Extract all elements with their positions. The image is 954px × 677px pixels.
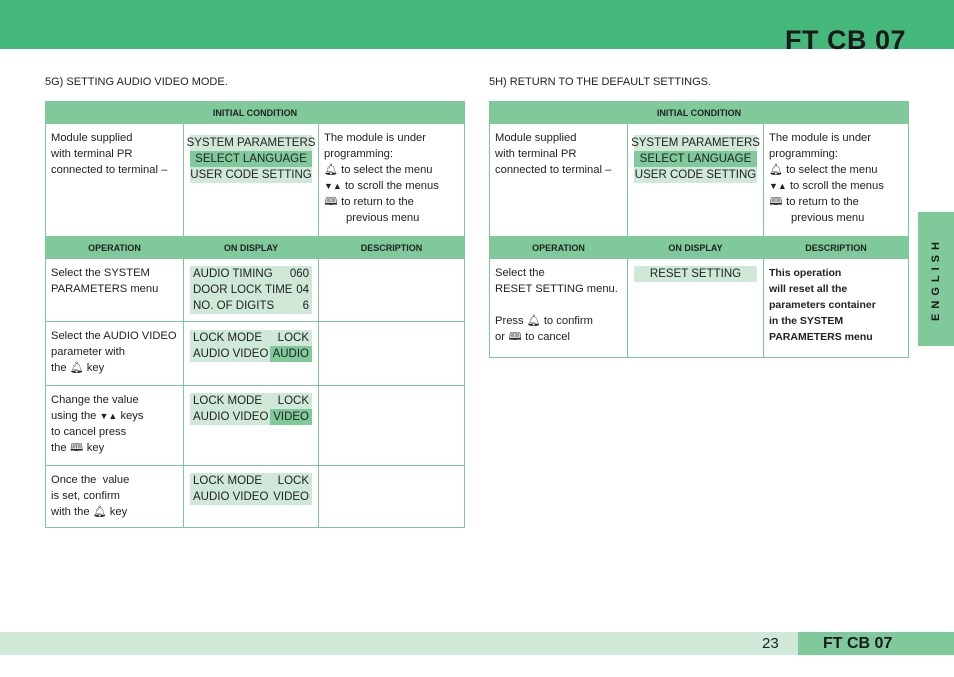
- display-line-selected: SELECT LANGUAGE: [634, 151, 757, 167]
- initial-condition-header: INITIAL CONDITION: [44, 101, 466, 124]
- section-title-5g: 5G) SETTING AUDIO VIDEO MODE.: [45, 76, 228, 88]
- display-line: AUDIO TIMING 060: [190, 266, 312, 282]
- footer-brand: FT CB 07: [823, 635, 893, 652]
- step-display: AUDIO TIMING 060 DOOR LOCK TIME 04 NO. OF …: [190, 266, 312, 314]
- table-row: Select the RESET SETTING menu. Press 🔔︎ …: [489, 258, 910, 358]
- display-line: LOCK MODE LOCK: [190, 330, 312, 346]
- col-display: ON DISPLAY: [183, 236, 319, 259]
- step-operation: Select the AUDIO VIDEO parameter with th…: [51, 330, 177, 374]
- initial-condition-header: INITIAL CONDITION: [488, 101, 910, 124]
- step-display: LOCK MODE LOCK AUDIO VIDEO AUDIO: [190, 330, 312, 362]
- bell-icon: 🔔︎: [324, 164, 338, 176]
- step-operation: Select the SYSTEM PARAMETERS menu: [51, 267, 159, 295]
- initial-description: The module is under programming: 🔔︎ to s…: [769, 132, 884, 224]
- step-operation: Once the value is set, confirm with the …: [51, 474, 130, 518]
- initial-operation: Module supplied with terminal PR connect…: [51, 132, 168, 176]
- down-up-arrows-icon: ▼▲: [324, 181, 342, 191]
- book-icon: 🕮︎: [769, 196, 783, 208]
- table-row: Select the AUDIO VIDEO parameter with th…: [45, 321, 466, 386]
- step-display: LOCK MODE LOCK AUDIO VIDEO VIDEO: [190, 393, 312, 425]
- display-line: NO. OF DIGITS 6: [190, 298, 312, 314]
- default-settings-table: INITIAL CONDITION Module supplied with t…: [488, 101, 910, 358]
- bell-icon: 🔔︎: [92, 506, 107, 518]
- display-line: SYSTEM PARAMETERS: [186, 135, 316, 151]
- display-line: AUDIO VIDEO VIDEO: [190, 489, 312, 505]
- display-line: LOCK MODE LOCK: [190, 393, 312, 409]
- step-display: LOCK MODE LOCK AUDIO VIDEO VIDEO: [190, 473, 312, 505]
- step-description: [317, 385, 466, 466]
- step-description: [317, 465, 466, 528]
- selected-value: VIDEO: [270, 409, 312, 425]
- col-description: DESCRIPTION: [762, 236, 910, 259]
- col-display: ON DISPLAY: [627, 236, 764, 259]
- book-icon: 🕮︎: [324, 196, 338, 208]
- display-line: DOOR LOCK TIME 04: [190, 282, 312, 298]
- book-icon: 🕮︎: [508, 331, 522, 343]
- display-line-selected: SELECT LANGUAGE: [190, 151, 312, 167]
- step-description: This operation will reset all the parame…: [769, 267, 876, 343]
- display-line: AUDIO VIDEO VIDEO: [190, 409, 312, 425]
- col-description: DESCRIPTION: [317, 236, 466, 259]
- book-icon: 🕮︎: [70, 442, 84, 454]
- brand-title: FT CB 07: [784, 25, 906, 55]
- footer-bar: [0, 632, 798, 655]
- language-side-tab: ENGLISH: [918, 212, 954, 346]
- display-line: LOCK MODE LOCK: [190, 473, 312, 489]
- audio-video-table: INITIAL CONDITION Module supplied with t…: [44, 101, 466, 528]
- section-title-5h: 5H) RETURN TO THE DEFAULT SETTINGS.: [489, 76, 712, 88]
- page-number: 23: [762, 635, 779, 652]
- initial-display: SYSTEM PARAMETERS SELECT LANGUAGE USER C…: [631, 135, 760, 183]
- col-operation: OPERATION: [489, 236, 628, 259]
- table-row: Select the SYSTEM PARAMETERS menu AUDIO …: [45, 258, 466, 322]
- step-description: [317, 258, 466, 322]
- down-up-arrows-icon: ▼▲: [769, 181, 787, 191]
- display-line: AUDIO VIDEO AUDIO: [190, 346, 312, 362]
- bell-icon: 🔔︎: [526, 315, 541, 327]
- table-row: Once the value is set, confirm with the …: [45, 465, 466, 528]
- step-operation: Change the value using the ▼▲ keys to ca…: [51, 394, 144, 454]
- display-line: SYSTEM PARAMETERS: [631, 135, 760, 151]
- bell-icon: 🔔︎: [769, 164, 783, 176]
- display-line: USER CODE SETTING: [190, 167, 312, 183]
- footer-brand-box: FT CB 07: [798, 632, 954, 655]
- bell-icon: 🔔︎: [69, 362, 84, 374]
- table-row: Change the value using the ▼▲ keys to ca…: [45, 385, 466, 466]
- step-operation: Select the RESET SETTING menu. Press 🔔︎ …: [495, 267, 618, 343]
- selected-value: AUDIO: [269, 346, 312, 362]
- display-line: RESET SETTING: [634, 266, 757, 282]
- initial-display: SYSTEM PARAMETERS SELECT LANGUAGE USER C…: [186, 135, 316, 183]
- initial-operation: Module supplied with terminal PR connect…: [495, 132, 612, 176]
- down-up-arrows-icon: ▼▲: [99, 411, 118, 421]
- display-line: USER CODE SETTING: [634, 167, 757, 183]
- step-display: RESET SETTING: [634, 266, 757, 282]
- col-operation: OPERATION: [45, 236, 184, 259]
- step-description: [317, 321, 466, 386]
- initial-description: The module is under programming: 🔔︎ to s…: [324, 132, 439, 224]
